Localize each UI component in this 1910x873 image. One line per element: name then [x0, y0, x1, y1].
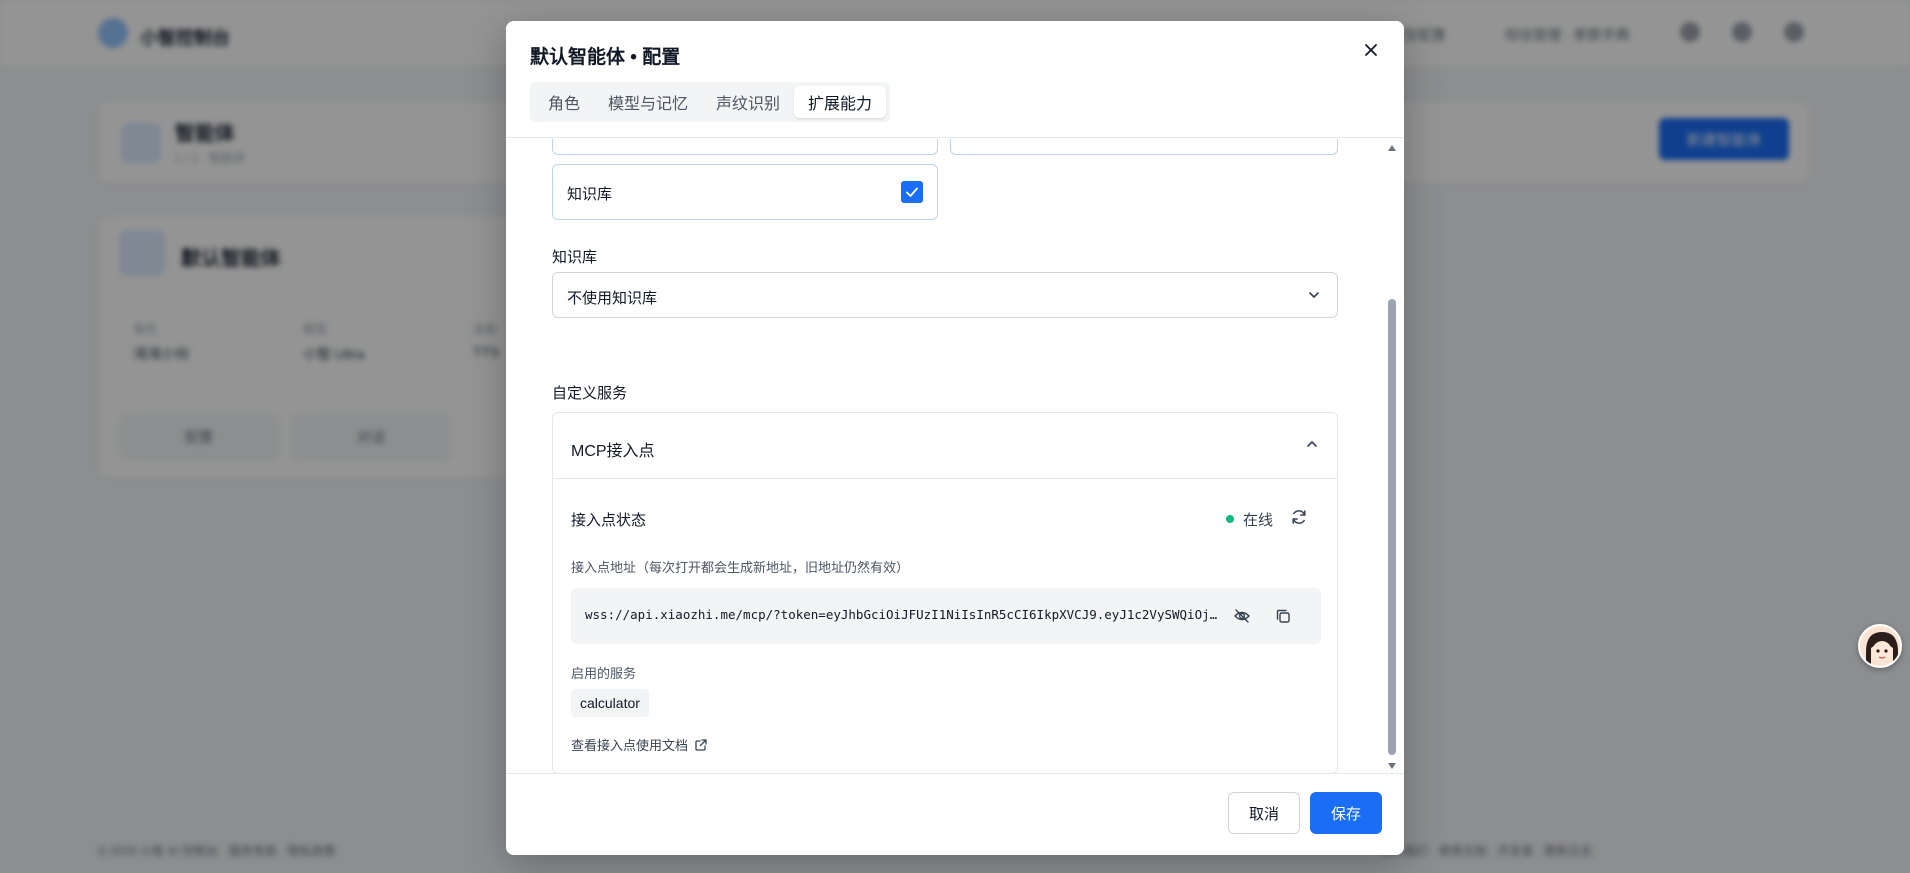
knowledge-base-card[interactable]: 知识库 [552, 164, 938, 220]
knowledge-base-select[interactable]: 不使用知识库 [552, 272, 1338, 318]
close-button[interactable] [1358, 37, 1384, 63]
capability-card[interactable] [950, 139, 1338, 155]
scroll-up-arrow-icon[interactable] [1388, 145, 1396, 151]
endpoint-status-label: 接入点状态 [571, 512, 647, 529]
refresh-button[interactable] [1288, 506, 1310, 528]
dialog-header: 默认智能体 • 配置 角色 模型与记忆 声纹识别 扩展能力 [506, 21, 1404, 138]
service-tag: calculator [571, 689, 649, 717]
endpoint-address-field[interactable]: wss://api.xiaozhi.me/mcp/?token=eyJhbGci… [571, 588, 1321, 644]
chevron-down-icon [1307, 288, 1321, 307]
dialog-title: 默认智能体 • 配置 [530, 47, 681, 68]
scrollbar-thumb[interactable] [1388, 299, 1396, 755]
assistant-avatar[interactable] [1858, 624, 1902, 668]
dialog-footer: 取消 保存 [506, 773, 1404, 855]
scroll-down-arrow-icon[interactable] [1388, 763, 1396, 769]
capability-card[interactable] [552, 139, 938, 155]
enabled-services-label: 启用的服务 [571, 666, 637, 681]
eye-off-icon [1234, 609, 1250, 623]
copy-button[interactable] [1272, 605, 1294, 627]
tab-role[interactable]: 角色 [534, 86, 594, 118]
close-icon [1365, 44, 1377, 56]
endpoint-docs-link-text[interactable]: 查看接入点使用文档 [571, 735, 688, 754]
external-link-icon [695, 738, 707, 751]
cancel-button[interactable]: 取消 [1228, 792, 1300, 834]
check-icon [906, 187, 918, 197]
mcp-panel-header[interactable]: MCP接入点 [553, 413, 1337, 479]
tab-extensions[interactable]: 扩展能力 [794, 86, 887, 118]
endpoint-address-label: 接入点地址（每次打开都会生成新地址，旧地址仍然有效） [571, 560, 910, 575]
endpoint-address-value[interactable]: wss://api.xiaozhi.me/mcp/?token=eyJhbGci… [585, 607, 1219, 622]
mcp-panel-title: MCP接入点 [571, 443, 655, 460]
dialog-body[interactable]: 知识库 知识库 不使用知识库 自定义服务 MCP接入点 接入点状态 在线 接入点… [506, 139, 1404, 775]
dialog-tabs: 角色 模型与记忆 声纹识别 扩展能力 [530, 82, 891, 122]
agent-config-dialog: 默认智能体 • 配置 角色 模型与记忆 声纹识别 扩展能力 知识库 知识库 不使… [506, 21, 1404, 855]
knowledge-base-checkbox[interactable] [901, 181, 923, 203]
tab-voiceprint[interactable]: 声纹识别 [702, 86, 794, 118]
endpoint-docs-link[interactable]: 查看接入点使用文档 [571, 735, 708, 754]
save-button[interactable]: 保存 [1310, 792, 1382, 834]
chevron-up-icon[interactable] [1305, 437, 1319, 456]
copy-icon [1276, 609, 1290, 623]
endpoint-status-value: 在线 [1243, 512, 1274, 529]
mcp-endpoint-panel: MCP接入点 接入点状态 在线 接入点地址（每次打开都会生成新地址，旧地址仍然有… [552, 412, 1338, 774]
knowledge-base-section-label: 知识库 [552, 249, 598, 266]
online-status-dot [1226, 515, 1234, 523]
knowledge-base-select-value: 不使用知识库 [567, 290, 658, 307]
tab-model-memory[interactable]: 模型与记忆 [594, 86, 702, 118]
dialog-scrollbar[interactable] [1386, 139, 1398, 775]
knowledge-base-card-label: 知识库 [567, 186, 613, 203]
custom-service-label: 自定义服务 [552, 385, 628, 402]
refresh-icon [1292, 510, 1306, 524]
toggle-visibility-button[interactable] [1231, 605, 1253, 627]
